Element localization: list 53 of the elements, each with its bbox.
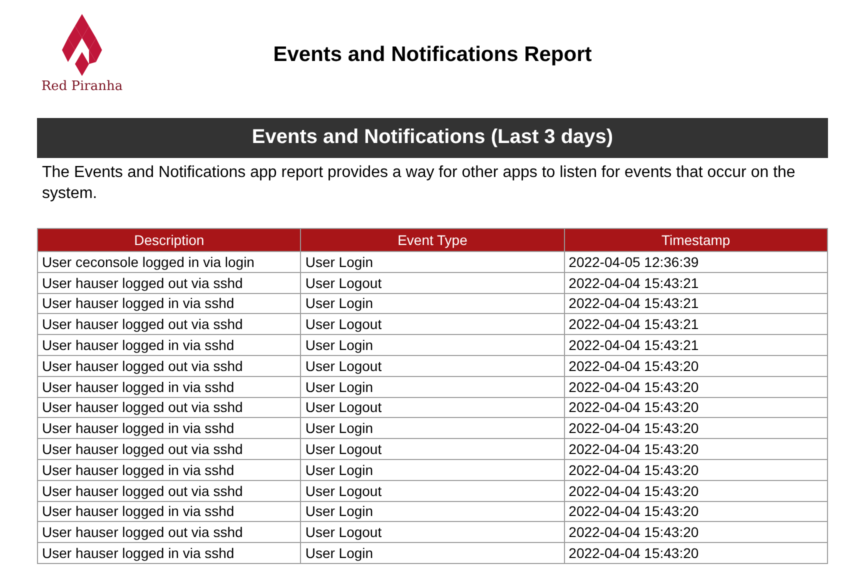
logo-text: Red Piranha: [41, 79, 123, 94]
report-title: Events and Notifications Report: [272, 43, 593, 67]
table-cell: 2022-04-04 15:43:21: [564, 293, 828, 314]
section-description: The Events and Notifications app report provides a way for other apps to listen for events that occur on the system.: [41, 163, 796, 204]
table-cell: User Logout: [300, 397, 564, 418]
table-cell: 2022-04-04 15:43:21: [564, 314, 828, 335]
table-cell: User hauser logged in via sshd: [38, 334, 301, 356]
table-cell: User hauser logged in via sshd: [38, 542, 301, 564]
section-header: Events and Notifications (Last 3 days): [37, 118, 828, 158]
table-cell: User hauser logged out via sshd: [38, 272, 301, 294]
table-cell: User hauser logged out via sshd: [38, 397, 301, 418]
table-cell: User Logout: [300, 272, 564, 294]
table-cell: User Logout: [300, 438, 564, 460]
table-cell: User Logout: [300, 314, 564, 335]
column-header: Timestamp: [564, 228, 828, 252]
table-cell: 2022-04-05 12:36:39: [564, 252, 828, 272]
table-cell: User Login: [300, 459, 564, 480]
table-cell: 2022-04-04 15:43:20: [564, 501, 828, 522]
table-cell: User hauser logged out via sshd: [38, 314, 301, 335]
table-cell: User hauser logged in via sshd: [38, 418, 301, 439]
table-cell: 2022-04-04 15:43:20: [564, 480, 828, 502]
column-header: Event Type: [300, 228, 564, 252]
table-cell: User hauser logged in via sshd: [38, 501, 301, 522]
logo-icon: [62, 14, 102, 76]
table-cell: User hauser logged in via sshd: [38, 293, 301, 314]
table-cell: User Login: [300, 252, 564, 272]
table-cell: 2022-04-04 15:43:20: [564, 355, 828, 376]
table-cell: User Login: [300, 293, 564, 314]
table-cell: User hauser logged out via sshd: [38, 522, 301, 543]
table-cell: 2022-04-04 15:43:20: [564, 397, 828, 418]
table-cell: User hauser logged in via sshd: [38, 459, 301, 480]
table-cell: User hauser logged in via sshd: [38, 376, 301, 398]
table-cell: 2022-04-04 15:43:20: [564, 522, 828, 543]
table-cell: User Login: [300, 334, 564, 356]
table-cell: User Logout: [300, 480, 564, 502]
table-cell: User Login: [300, 376, 564, 398]
table-cell: 2022-04-04 15:43:20: [564, 418, 828, 439]
column-header: Description: [38, 228, 301, 252]
table-cell: User hauser logged out via sshd: [38, 438, 301, 460]
table-cell: 2022-04-04 15:43:20: [564, 542, 828, 564]
table-cell: 2022-04-04 15:43:20: [564, 459, 828, 480]
table-cell: User ceconsole logged in via login: [38, 252, 301, 272]
table-cell: 2022-04-04 15:43:21: [564, 334, 828, 356]
table-cell: User Logout: [300, 355, 564, 376]
table-cell: User hauser logged out via sshd: [38, 480, 301, 502]
table-cell: 2022-04-04 15:43:20: [564, 376, 828, 398]
table-cell: User Login: [300, 501, 564, 522]
table-cell: 2022-04-04 15:43:20: [564, 438, 828, 460]
table-cell: User Logout: [300, 522, 564, 543]
table-cell: 2022-04-04 15:43:21: [564, 272, 828, 294]
table-cell: User Login: [300, 418, 564, 439]
table-cell: User Login: [300, 542, 564, 564]
table-cell: User hauser logged out via sshd: [38, 355, 301, 376]
